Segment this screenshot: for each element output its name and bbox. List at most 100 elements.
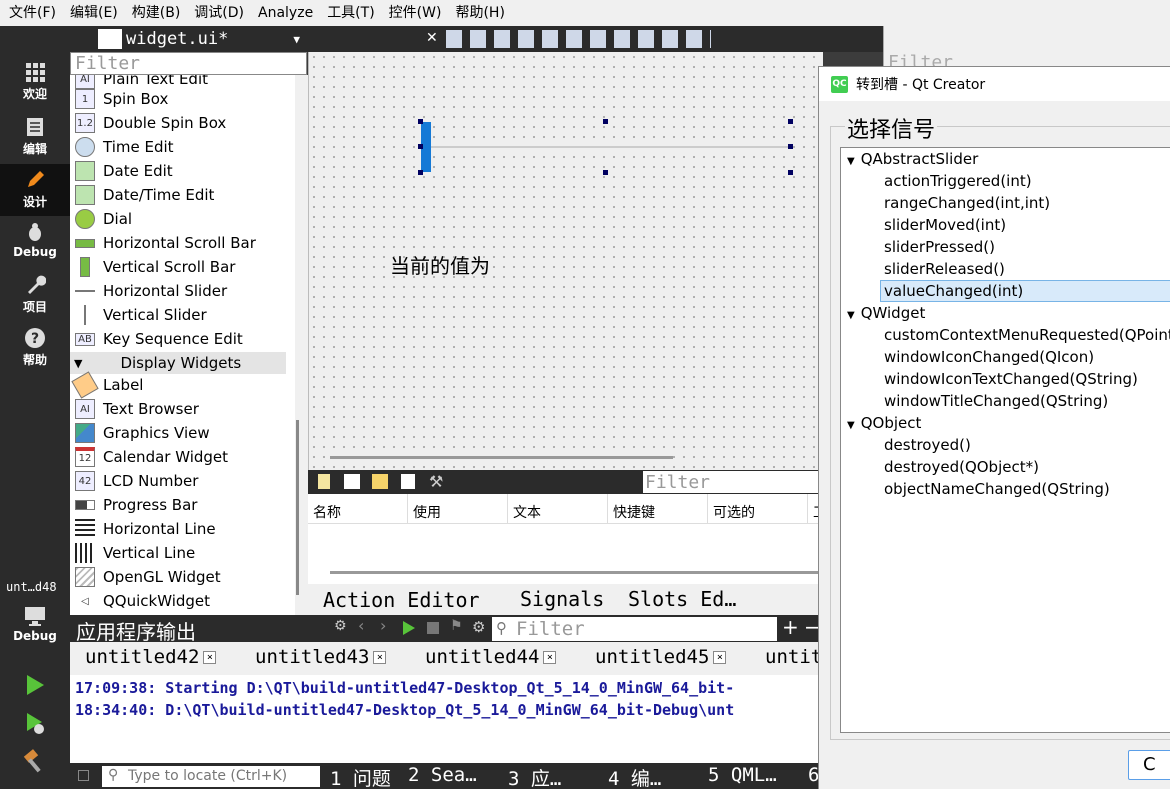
column-header[interactable]: 快捷键 [608,494,708,523]
tree-signal-item[interactable]: customContextMenuRequested(QPoint) [841,324,1170,346]
stop-icon[interactable] [427,622,439,634]
tab-slots-editor[interactable]: Slots Ed… [628,587,736,611]
widget-item[interactable]: Horizontal Scroll Bar [70,231,295,255]
tree-signal-item[interactable]: destroyed(QObject*) [841,456,1170,478]
prev-icon[interactable]: ‹ [358,616,364,635]
widget-item[interactable]: Date Edit [70,159,295,183]
widget-item[interactable]: Vertical Line [70,541,295,565]
tree-signal-item[interactable]: rangeChanged(int,int) [841,192,1170,214]
selection-handle[interactable] [788,119,793,124]
run-icon[interactable] [22,672,48,698]
chevron-down-icon[interactable]: ▼ [847,420,855,431]
menu-widgets[interactable]: 控件(W) [382,0,449,26]
mode-welcome[interactable]: 欢迎 [0,56,70,108]
menu-help[interactable]: 帮助(H) [448,0,511,26]
widget-item[interactable]: ◁ QQuickWidget [70,589,295,613]
tree-signal-item[interactable]: sliderReleased() [841,258,1170,280]
pane-qml[interactable]: 5 QML… [708,764,777,786]
widget-item[interactable]: 1.2 Double Spin Box [70,111,295,135]
layout-toolbar-icons[interactable] [446,30,711,48]
copy-icon[interactable] [344,474,360,489]
selection-handle[interactable] [418,170,423,175]
gear-icon[interactable]: ⚙ [472,618,485,636]
menu-analyze[interactable]: Analyze [251,0,320,26]
delete-icon[interactable] [401,474,415,489]
widget-item[interactable]: 1 Spin Box [70,87,295,111]
output-settings-icon[interactable]: ⚙ [334,618,347,634]
mode-projects[interactable]: 项目 [0,269,70,321]
next-icon[interactable]: › [380,616,386,635]
chevron-down-icon[interactable]: ▼ [847,310,855,321]
widget-item[interactable]: Horizontal Line [70,517,295,541]
debug-run-icon[interactable] [22,710,48,736]
run-icon[interactable] [403,621,415,635]
output-tab[interactable]: untitled45 × [595,646,727,668]
tree-signal-item[interactable]: windowIconChanged(QIcon) [841,346,1170,368]
tree-signal-item[interactable]: actionTriggered(int) [841,170,1170,192]
build-icon[interactable] [22,748,48,774]
cancel-button[interactable]: C [1128,750,1170,780]
selection-handle[interactable] [788,170,793,175]
selection-handle[interactable] [418,144,423,149]
widget-item[interactable]: AB Key Sequence Edit [70,327,295,351]
output-tab[interactable]: untitled43 × [255,646,387,668]
menu-tools[interactable]: 工具(T) [320,0,381,26]
close-icon[interactable]: ✕ [426,30,438,46]
tab-action-editor[interactable]: Action Editor [323,588,480,612]
tree-signal-item[interactable]: sliderPressed() [841,236,1170,258]
output-tab[interactable]: untit [765,646,822,668]
category-display-widgets[interactable]: ▼ Display Widgets [70,352,286,374]
tree-signal-item[interactable]: objectNameChanged(QString) [841,478,1170,500]
signal-tree[interactable]: ▼ QAbstractSlider actionTriggered(int) ra… [840,147,1170,733]
selection-handle[interactable] [418,119,423,124]
widget-item[interactable]: OpenGL Widget [70,565,295,589]
widget-box-scrollbar[interactable] [295,75,308,615]
tab-signals-slots[interactable]: Signals [520,587,604,611]
mode-help[interactable]: ? 帮助 [0,322,70,374]
tree-signal-item[interactable]: windowIconTextChanged(QString) [841,368,1170,390]
mode-edit[interactable]: 编辑 [0,111,70,163]
wrench-icon[interactable]: ⚒ [429,472,443,491]
close-icon[interactable]: × [543,651,557,664]
selection-handle[interactable] [788,144,793,149]
output-console[interactable]: 17:09:38: Starting D:\QT\build-untitled4… [70,675,830,763]
tree-signal-item[interactable]: sliderMoved(int) [841,214,1170,236]
new-action-icon[interactable] [318,474,330,489]
column-header[interactable]: 名称 [308,494,408,523]
widget-item[interactable]: Graphics View [70,421,295,445]
pane-issues[interactable]: 1 问题 [330,764,391,789]
canvas-scrollbar[interactable] [330,456,673,459]
attach-icon[interactable]: ⚑ [450,618,463,634]
widget-filter-input[interactable]: Filter [70,52,307,75]
form-canvas[interactable]: 当前的值为 [308,52,823,470]
locate-input[interactable]: Type to locate (Ctrl+K) [102,766,320,787]
action-filter-input[interactable]: Filter [643,471,823,493]
column-header[interactable]: 可选的 [708,494,808,523]
close-icon[interactable]: × [713,651,727,664]
close-icon[interactable]: × [203,651,217,664]
scrollbar-thumb[interactable] [296,420,299,595]
tree-class-node[interactable]: ▼ QWidget [841,302,1170,324]
pane-app-output[interactable]: 3 应… [508,764,561,789]
value-label[interactable]: 当前的值为 [390,250,500,278]
sidebar-toggle-icon[interactable] [78,770,89,781]
add-icon[interactable]: + [782,615,799,639]
widget-item[interactable]: Time Edit [70,135,295,159]
widget-item[interactable]: Dial [70,207,295,231]
mode-debug[interactable]: Debug [0,216,70,268]
widget-item[interactable]: Vertical Slider [70,303,295,327]
widget-item[interactable]: 12 Calendar Widget [70,445,295,469]
menu-file[interactable]: 文件(F) [2,0,63,26]
editor-tab-title[interactable]: widget.ui* [126,29,228,49]
widget-item[interactable]: Progress Bar [70,493,295,517]
widget-item[interactable]: Vertical Scroll Bar [70,255,295,279]
menu-build[interactable]: 构建(B) [125,0,188,26]
mode-design[interactable]: 设计 [0,164,70,216]
selection-handle[interactable] [603,119,608,124]
tree-signal-item[interactable]: destroyed() [841,434,1170,456]
column-header[interactable]: 使用 [408,494,508,523]
output-tab[interactable]: untitled42 × [85,646,217,668]
selection-handle[interactable] [603,170,608,175]
widget-item[interactable]: Label [70,371,295,399]
widget-item[interactable]: AI Text Browser [70,397,295,421]
